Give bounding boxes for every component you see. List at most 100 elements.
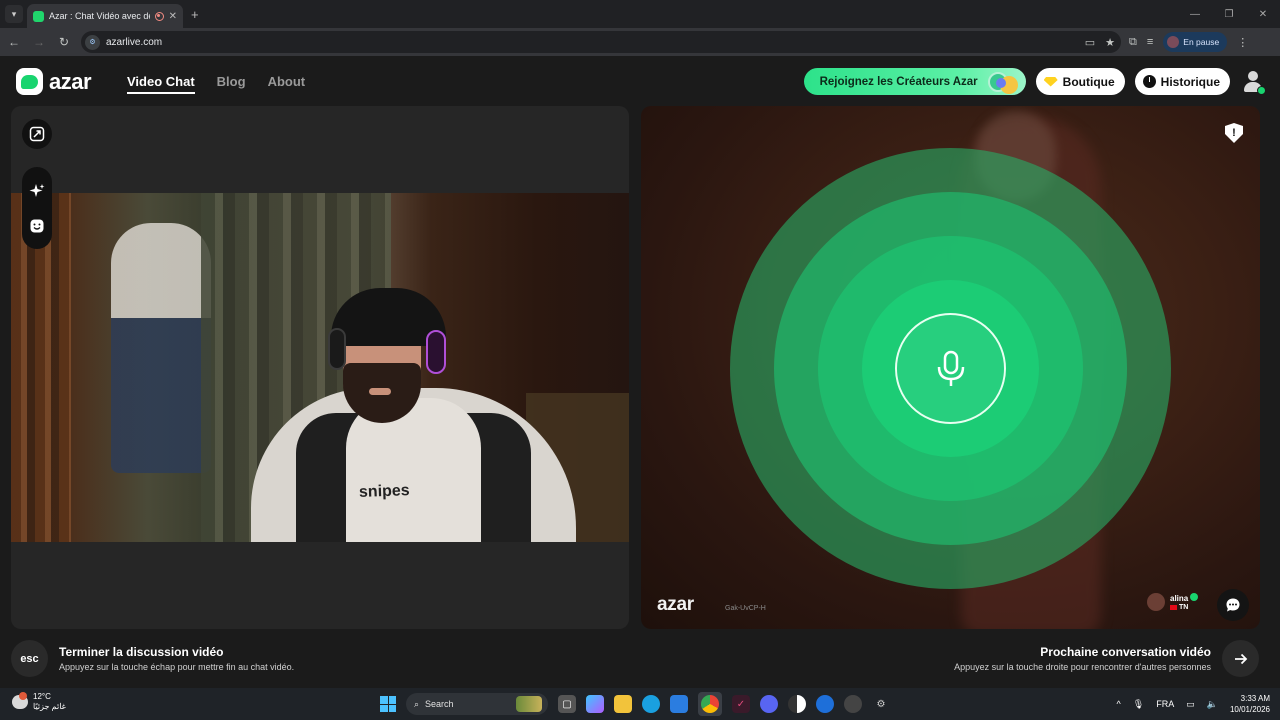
minimize-icon[interactable]: —	[1178, 0, 1212, 28]
site-info-icon[interactable]: ⚙	[85, 34, 100, 50]
chat-bubble-icon	[1226, 598, 1240, 612]
search-label: Search	[425, 699, 454, 709]
window-controls: — ❐ ✕	[1178, 0, 1280, 28]
logo-text: azar	[49, 68, 92, 94]
cast-icon[interactable]: ▭	[1085, 36, 1095, 49]
browser-tab[interactable]: Azar : Chat Vidéo avec de n ✕	[27, 4, 183, 28]
settings-icon[interactable]: ⚙	[872, 695, 890, 713]
language-indicator[interactable]: FRA	[1156, 699, 1174, 709]
windows-start-icon[interactable]	[380, 696, 396, 712]
effects-toolbar	[22, 167, 52, 249]
chrome-icon[interactable]	[698, 692, 722, 716]
taskbar-apps: ⌕ Search ▢ ✓ ⚙	[380, 692, 890, 716]
volume-icon[interactable]: 🔈	[1207, 699, 1218, 710]
discord-icon[interactable]	[760, 695, 778, 713]
tab-search-button[interactable]: ▾	[5, 5, 23, 23]
verified-icon	[1190, 593, 1199, 601]
new-tab-icon[interactable]: +	[191, 7, 199, 22]
end-chat-button[interactable]: esc	[11, 640, 48, 677]
address-bar[interactable]: ⚙ azarlive.com ▭ ★	[81, 31, 1121, 53]
reload-icon[interactable]: ↻	[53, 31, 75, 53]
azar-favicon-icon	[33, 10, 44, 22]
task-view-icon[interactable]: ▢	[558, 695, 576, 713]
remote-video-panel: ! azar Gak-UvCP-H alina TN	[641, 106, 1260, 629]
weather-widget[interactable]: 12°C غائم جزئيًا	[12, 692, 66, 712]
tab-title: Azar : Chat Vidéo avec de n	[49, 11, 150, 21]
edge-icon[interactable]	[642, 695, 660, 713]
shirt-logo-text: snipes	[358, 482, 410, 501]
local-camera-feed: snipes	[11, 193, 629, 542]
shop-button[interactable]: Boutique	[1035, 68, 1125, 95]
browser-toolbar: ← → ↻ ⚙ azarlive.com ▭ ★ ⧉ ≡ En pause ⋮	[0, 28, 1280, 56]
azar-logo[interactable]: azar	[16, 68, 92, 95]
tab-close-icon[interactable]: ✕	[169, 11, 177, 22]
bookmark-star-icon[interactable]: ★	[1105, 36, 1115, 49]
store-icon[interactable]	[670, 695, 688, 713]
recording-indicator-icon	[154, 11, 164, 21]
windows-taskbar: 12°C غائم جزئيًا ⌕ Search ▢ ✓ ⚙ ^ 🎙 FRA …	[0, 688, 1280, 720]
taskbar-search[interactable]: ⌕ Search	[406, 693, 548, 715]
user-profile-icon[interactable]	[1240, 69, 1266, 95]
network-icon[interactable]: ▭	[1186, 699, 1195, 710]
arrow-right-icon	[1234, 653, 1247, 664]
shop-label: Boutique	[1062, 74, 1115, 89]
peer-country: TN	[1179, 604, 1189, 611]
end-chat-hint: Appuyez sur la touche échap pour mettre …	[59, 662, 295, 672]
openai-icon[interactable]	[844, 695, 862, 713]
tunisia-flag-icon	[1170, 605, 1177, 610]
file-explorer-icon[interactable]	[614, 695, 632, 713]
nav-blog[interactable]: Blog	[217, 74, 246, 94]
header-actions: Rejoignez les Créateurs Azar Boutique Hi…	[803, 68, 1266, 95]
search-icon: ⌕	[414, 698, 420, 709]
weather-temp: 12°C	[33, 692, 51, 701]
copilot-icon[interactable]	[586, 695, 604, 713]
restore-icon[interactable]: ❐	[1212, 0, 1246, 28]
sparkle-icon[interactable]	[29, 183, 45, 199]
creators-badge-icon	[986, 70, 1020, 94]
peer-name: alina	[1170, 594, 1189, 603]
nav-video-chat[interactable]: Video Chat	[127, 74, 195, 94]
clock-icon	[1142, 75, 1156, 88]
bottom-controls: esc Terminer la discussion vidéo Appuyez…	[0, 635, 1280, 685]
profile-avatar	[1167, 36, 1180, 48]
app-icon[interactable]: ✓	[732, 695, 750, 713]
profile-label: En pause	[1183, 37, 1220, 47]
chat-button[interactable]	[1217, 589, 1249, 621]
menu-icon[interactable]: ⋮	[1237, 36, 1248, 49]
peer-info[interactable]: alina TN	[1147, 593, 1199, 611]
close-window-icon[interactable]: ✕	[1246, 0, 1280, 28]
browser-tab-bar: ▾ Azar : Chat Vidéo avec de n ✕ + — ❐ ✕	[0, 0, 1280, 28]
microphone-icon	[937, 350, 964, 386]
local-video-panel: snipes	[11, 106, 629, 629]
site-header: azar Video Chat Blog About Rejoignez les…	[0, 56, 1280, 106]
expand-button[interactable]	[22, 119, 52, 149]
nav-about[interactable]: About	[268, 74, 306, 94]
tray-overflow-icon[interactable]: ^	[1117, 699, 1121, 709]
history-button[interactable]: Historique	[1134, 68, 1230, 95]
next-chat-button[interactable]	[1222, 640, 1259, 677]
join-creators-label: Rejoignez les Créateurs Azar	[819, 75, 978, 88]
blue-app-icon[interactable]	[816, 695, 834, 713]
page: azar Video Chat Blog About Rejoignez les…	[0, 56, 1280, 688]
next-chat-title: Prochaine conversation vidéo	[1040, 645, 1211, 659]
profile-button[interactable]: En pause	[1163, 32, 1228, 52]
peer-avatar	[1147, 593, 1165, 611]
report-shield-icon[interactable]: !	[1225, 123, 1243, 143]
azar-logo-icon	[16, 68, 43, 95]
expand-icon	[29, 126, 45, 142]
media-control-icon[interactable]: ≡	[1147, 36, 1153, 48]
face-filter-icon[interactable]	[29, 218, 45, 234]
session-id: Gak-UvCP-H	[725, 605, 766, 612]
search-highlight-image	[516, 696, 542, 712]
extensions-icon[interactable]: ⧉	[1129, 36, 1137, 49]
system-clock[interactable]: 3:33 AM 10/01/2026	[1230, 693, 1270, 715]
diamond-icon	[1043, 76, 1058, 87]
join-creators-button[interactable]: Rejoignez les Créateurs Azar	[803, 68, 1026, 95]
weather-icon	[12, 692, 28, 709]
circle-app-icon[interactable]	[788, 695, 806, 713]
forward-icon[interactable]: →	[28, 31, 50, 53]
tray-mic-icon[interactable]: 🎙	[1133, 699, 1144, 710]
url-text: azarlive.com	[106, 36, 163, 48]
clock-date: 10/01/2026	[1229, 705, 1270, 714]
back-icon[interactable]: ←	[3, 31, 25, 53]
